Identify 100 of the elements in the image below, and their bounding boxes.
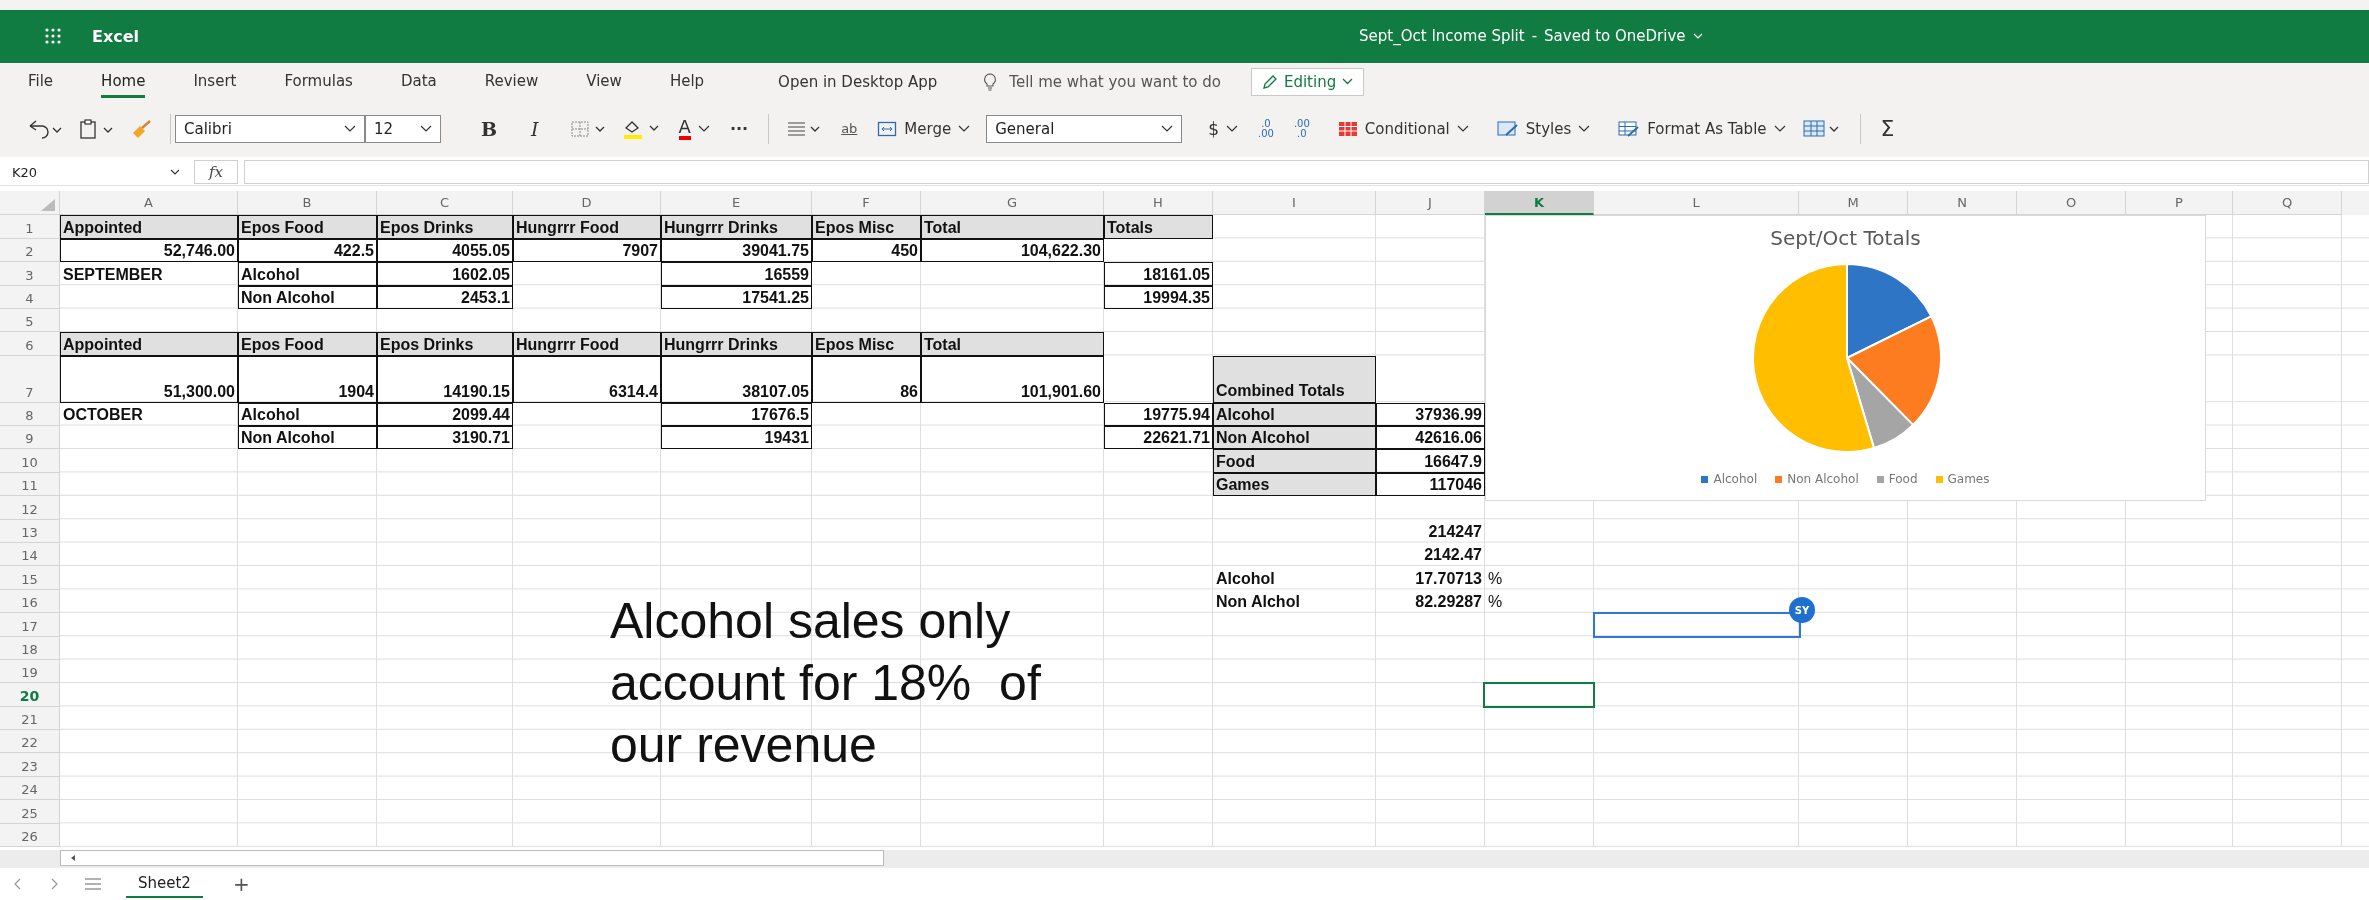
ribbon-tab[interactable]: Help [669,65,705,98]
table-cell: 450 [812,238,921,263]
open-desktop-app-button[interactable]: Open in Desktop App [772,71,944,92]
row-header[interactable]: 12 [0,496,60,520]
currency-button[interactable]: $ [1204,116,1242,141]
font-size-dropdown[interactable]: 12 [365,114,441,143]
format-as-table-button[interactable]: Format As Table [1614,117,1790,140]
name-box[interactable]: K20 [8,160,188,185]
row-header[interactable]: 7 [0,355,60,403]
caret-icon [344,125,356,133]
row-header[interactable]: 15 [0,566,60,590]
legend-label: Alcohol [1713,472,1758,487]
table-cell: 17541.25 [661,285,812,309]
table-cell-text: Non Alchol [1215,592,1301,613]
legend-label: Non Alcohol [1787,472,1859,487]
header-cell: Epos Food [238,332,377,356]
autosum-button[interactable]: Σ [1876,114,1899,144]
sheet-tab[interactable]: Sheet2 [126,870,203,898]
add-sheet-button[interactable]: + [226,871,256,897]
text-box[interactable]: Alcohol sales only account for 18% of our revenue [610,590,1055,777]
font-color-button[interactable]: A [674,115,714,142]
ribbon-tab[interactable]: Formulas [284,65,353,98]
select-all-icon[interactable] [41,199,55,212]
app-name[interactable]: Excel [92,26,140,46]
table-cell: 4055.05 [377,238,513,263]
bold-button[interactable]: B [477,115,502,142]
row-header[interactable]: 22 [0,730,60,754]
table-cell: 1904 [238,355,377,403]
header-cell: Epos Food [238,215,377,239]
table-cell-text: % [1487,568,1504,589]
column-header[interactable]: I [1213,191,1376,216]
ribbon-tab[interactable]: Review [484,65,539,98]
row-header[interactable]: 1 [0,215,60,239]
number-format-dropdown[interactable]: General [986,114,1183,143]
more-options-button[interactable]: ··· [725,117,753,141]
row-header[interactable]: 16 [0,589,60,614]
caret-icon[interactable] [1692,33,1703,40]
row-header[interactable]: 24 [0,776,60,801]
row-header[interactable]: 18 [0,636,60,660]
row-header[interactable]: 25 [0,800,60,824]
table-cell: 16647.9 [1376,449,1485,473]
chart-panel[interactable]: Sept/Oct Totals Alcohol Non Alcohol Food Games [1485,215,2206,502]
row-header[interactable]: 4 [0,285,60,309]
column-header[interactable]: K [1485,191,1594,216]
italic-button[interactable]: I [527,115,543,142]
table-cell-text: Alcohol [1215,568,1276,589]
header-cell: Alcohol [1213,402,1376,426]
caret-icon [1773,125,1786,133]
header-cell: Games [1213,472,1376,497]
wrap-text-button[interactable]: ab [837,119,862,139]
app-launcher-icon[interactable] [44,27,62,46]
column-header[interactable]: Q [2233,191,2342,216]
tell-me-search[interactable]: Tell me what you want to do [1009,72,1221,91]
scroll-left-icon[interactable] [69,854,77,862]
row-header[interactable]: 14 [0,542,60,567]
row-header[interactable]: 13 [0,519,60,543]
row-header[interactable]: 21 [0,706,60,731]
horizontal-scrollbar[interactable] [60,850,884,866]
row-header[interactable]: 11 [0,472,60,497]
row-header[interactable]: 20 [0,683,60,707]
ribbon-tab[interactable]: File [28,65,54,98]
row-header[interactable]: 8 [0,402,60,426]
ribbon-tab[interactable]: Insert [193,65,237,98]
editing-mode-button[interactable]: Editing [1250,67,1365,96]
merge-button[interactable]: Merge [873,117,975,140]
header-cell: Hungrrr Food [513,332,661,356]
ribbon-tab[interactable]: Data [400,65,437,98]
table-cell-text: % [1487,592,1504,613]
cell-styles-button[interactable]: Styles [1492,117,1595,140]
row-header[interactable]: 3 [0,262,60,286]
table-cell: 38107.05 [661,355,812,403]
table-cell-text: 214247 [1427,521,1483,542]
header-cell: Combined Totals [1213,355,1376,403]
decrease-decimal-button[interactable]: .00 .0 [1289,116,1314,141]
row-header[interactable]: 23 [0,753,60,777]
header-cell: Total [921,332,1104,356]
all-sheets-menu-icon[interactable] [84,877,102,891]
table-cell: 117046 [1376,472,1485,497]
active-cell-cursor[interactable] [1483,682,1595,708]
ribbon-tab[interactable]: Home [101,65,146,98]
table-cell: 14190.15 [377,355,513,403]
header-cell: Hungrrr Food [513,215,661,239]
row-header[interactable]: 6 [0,332,60,356]
row-header[interactable]: 9 [0,426,60,450]
ribbon-tab[interactable]: View [586,65,622,98]
row-header[interactable]: 5 [0,309,60,333]
row-header[interactable]: 10 [0,449,60,473]
document-title[interactable]: Sept_Oct Income Split - Saved to OneDrive [1359,27,1703,46]
row-header[interactable]: 2 [0,238,60,263]
insert-function-button[interactable]: fx [194,160,238,185]
increase-decimal-button[interactable]: .0 .00 [1254,116,1278,141]
caret-icon [958,125,971,133]
header-cell: Appointed [60,215,238,239]
row-header[interactable]: 26 [0,823,60,847]
formula-input[interactable] [244,160,2369,185]
font-name-dropdown[interactable]: Calibri [175,114,365,143]
row-header[interactable]: 17 [0,613,60,637]
table-cell: 22621.71 [1104,426,1213,450]
row-header[interactable]: 19 [0,659,60,684]
conditional-formatting-button[interactable]: Conditional [1333,117,1473,140]
